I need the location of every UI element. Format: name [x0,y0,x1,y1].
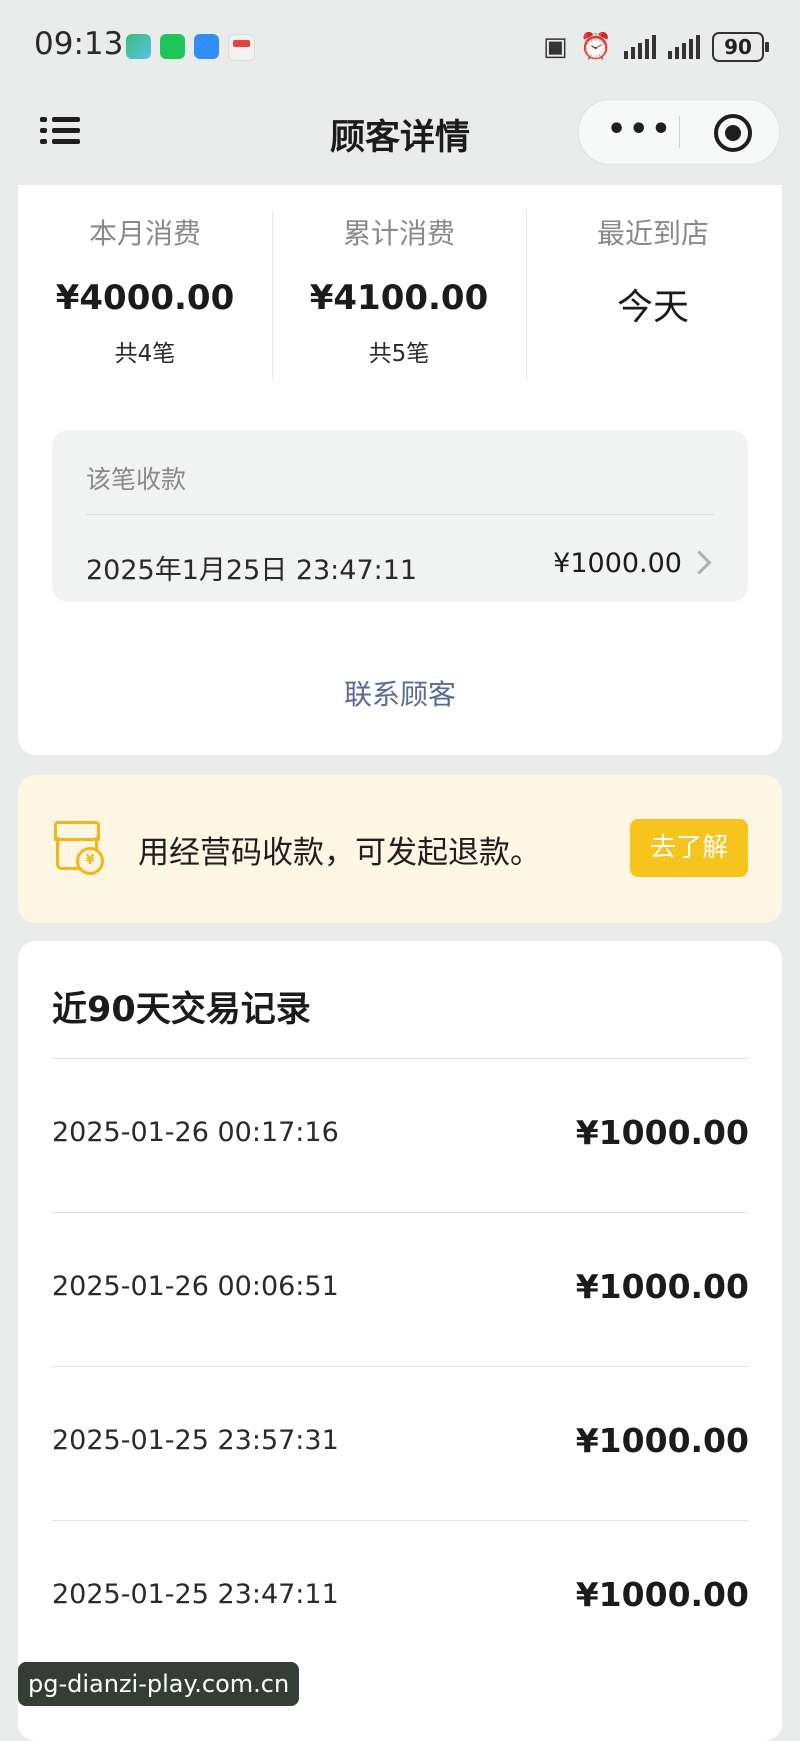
receipt-card[interactable]: 该笔收款 2025年1月25日 23:47:11 ¥1000.00 [52,430,748,602]
transaction-list: 2025-01-26 00:17:16 ¥1000.00 2025-01-26 … [52,1058,749,1674]
receipt-title: 该笔收款 [86,465,187,494]
alarm-icon: ⏰ [579,32,612,62]
stat-monthly: 本月消费 ¥4000.00 共4笔 [18,210,272,385]
receipt-datetime: 2025年1月25日 23:47:11 [86,555,418,586]
app-notification-icon [126,34,151,59]
learn-more-button[interactable]: 去了解 [630,819,748,877]
signal-icon [668,35,700,59]
message-icon [194,34,219,59]
section-title: 近90天交易记录 [52,990,311,1030]
wechat-icon [160,34,185,59]
receipt-amount: ¥1000.00 [553,548,682,579]
transaction-history-card: 近90天交易记录 2025-01-26 00:17:16 ¥1000.00 20… [18,941,782,1741]
status-bar: 09:13 ▣ ⏰ 90 [0,0,800,95]
transaction-row[interactable]: 2025-01-26 00:17:16 ¥1000.00 [52,1058,749,1212]
coin-icon: ¥ [76,847,104,875]
miniprogram-capsule: ••• [578,99,780,165]
transaction-datetime: 2025-01-26 00:17:16 [52,1117,339,1148]
transaction-datetime: 2025-01-25 23:57:31 [52,1425,339,1456]
stat-label: 累计消费 [342,217,455,250]
promo-text: 用经营码收款，可发起退款。 [138,835,541,871]
chevron-right-icon [687,550,712,575]
stat-value: ¥4100.00 [309,278,489,318]
stat-count: 共5笔 [368,341,430,367]
signal-icon [624,35,656,59]
watermark: pg-dianzi-play.com.cn [18,1662,300,1706]
stat-value: ¥4000.00 [55,278,235,318]
nav-bar: 顾客详情 ••• [0,95,800,185]
customer-summary-card: 本月消费 ¥4000.00 共4笔 累计消费 ¥4100.00 共5笔 最近到店… [18,185,782,755]
notification-icons [126,34,255,61]
stat-label: 最近到店 [596,217,709,250]
transaction-amount: ¥1000.00 [575,1575,749,1614]
shop-icon: ¥ [54,821,104,875]
transaction-row[interactable]: 2025-01-26 00:06:51 ¥1000.00 [52,1212,749,1366]
close-miniprogram-icon[interactable] [714,114,752,152]
stats-row: 本月消费 ¥4000.00 共4笔 累计消费 ¥4100.00 共5笔 最近到店… [18,210,782,385]
transaction-amount: ¥1000.00 [575,1267,749,1306]
more-icon[interactable]: ••• [607,115,674,145]
status-time: 09:13 [34,26,124,62]
stat-count: 共4笔 [114,341,176,367]
stat-total: 累计消费 ¥4100.00 共5笔 [272,210,526,385]
contact-customer-link[interactable]: 联系顾客 [18,673,782,713]
promo-banner: ¥ 用经营码收款，可发起退款。 去了解 [18,775,782,923]
stat-label: 本月消费 [88,217,201,250]
transaction-row[interactable]: 2025-01-25 23:47:11 ¥1000.00 [52,1520,749,1674]
stat-last-visit: 最近到店 今天 [526,210,780,385]
nfc-icon: ▣ [543,32,568,62]
transaction-datetime: 2025-01-25 23:47:11 [52,1579,339,1610]
transaction-amount: ¥1000.00 [575,1421,749,1460]
stat-value: 今天 [616,287,689,328]
battery-icon: 90 [712,32,769,62]
transaction-datetime: 2025-01-26 00:06:51 [52,1271,339,1302]
divider [86,514,714,515]
capsule-divider [679,116,680,148]
calendar-icon [228,34,255,61]
transaction-amount: ¥1000.00 [575,1113,749,1152]
system-icons: ▣ ⏰ 90 [543,32,769,62]
transaction-row[interactable]: 2025-01-25 23:57:31 ¥1000.00 [52,1366,749,1520]
